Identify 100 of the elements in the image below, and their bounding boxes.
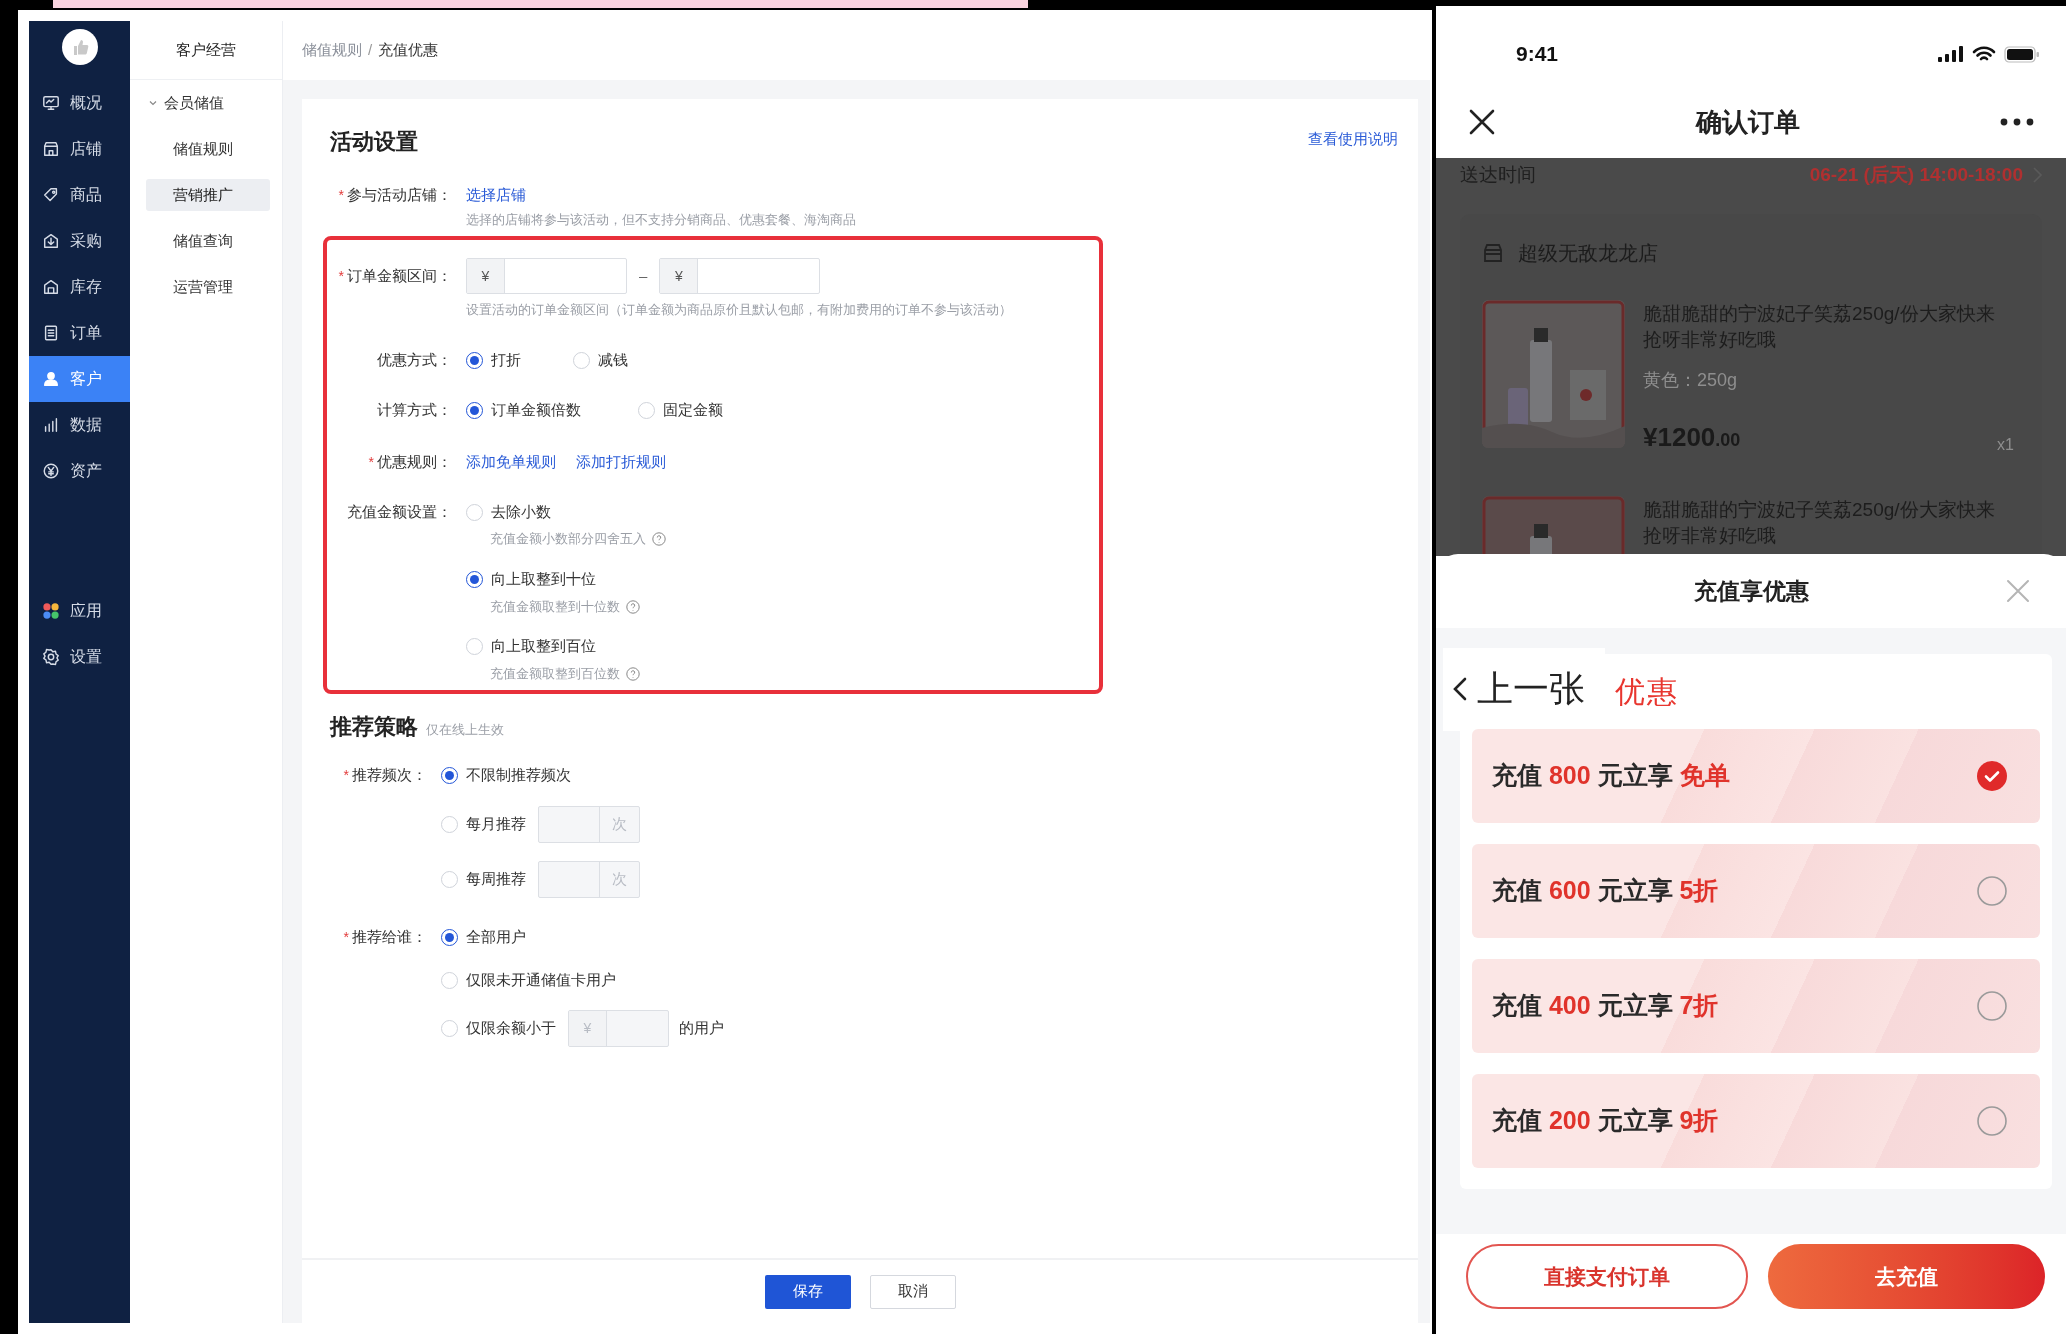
currency-prefix: ¥ [660,259,699,293]
section-note: 仅在线上生效 [426,720,504,739]
battery-icon [2004,45,2040,63]
thumbs-up-logo-icon [61,29,98,65]
action-link[interactable]: 添加免单规则 [466,450,556,474]
menu-item[interactable]: 储值查询 [146,225,270,257]
offer-text: 充值 800 元立享 免单 [1492,760,1730,792]
menu-item[interactable]: 营销推广 [146,179,270,211]
option-label: 不限制推荐频次 [466,764,571,785]
monitor-icon [42,94,60,112]
nav-item[interactable]: 库存 [29,264,130,310]
option-label: 向上取整到百位 [491,635,596,656]
wifi-icon [1972,45,1996,63]
radio-button[interactable] [441,928,458,946]
field-label: 推荐给谁： [352,926,427,947]
help-icon [652,532,666,546]
option-label: 每周推荐 [466,869,526,890]
offer-option[interactable]: 充值 800 元立享 免单 [1472,729,2040,823]
nav-item[interactable]: 订单 [29,310,130,356]
option-label: 订单金额倍数 [491,399,581,420]
option-label: 减钱 [598,349,628,370]
field-label: 推荐频次： [352,764,427,785]
amount-input[interactable]: ¥ [466,258,627,294]
range-dash: – [639,265,648,286]
action-link[interactable]: 添加打折规则 [576,450,666,474]
subnav-title: 客户经营 [176,39,236,60]
product-spec: 黄色：250g [1643,369,1739,392]
action-link[interactable]: 选择店铺 [466,183,526,207]
more-button[interactable] [2000,118,2034,126]
signal-icon [1938,46,1964,62]
option-label: 全部用户 [466,926,526,947]
close-icon [1468,108,1496,136]
nav-item[interactable]: 资产 [29,448,130,494]
help-icon [626,600,640,614]
option-label: 向上取整到十位 [491,568,596,589]
required-mark: * [338,266,344,286]
chevron-left-icon [1453,677,1467,701]
nav-item[interactable]: 数据 [29,402,130,448]
unit-suffix: 次 [599,862,639,897]
option-label: 固定金额 [663,399,723,420]
offer-text: 充值 400 元立享 7折 [1492,990,1719,1022]
tag-icon [42,186,60,204]
nav-item[interactable]: 设置 [29,634,130,680]
radio-button[interactable] [466,401,483,419]
currency-prefix: ¥ [467,259,505,293]
offer-option[interactable]: 充值 400 元立享 7折 [1472,959,2040,1053]
unit-suffix: 次 [599,807,639,842]
required-mark: * [343,927,349,947]
menu-item[interactable]: 运营管理 [146,271,270,303]
delivery-time: 06-21 (后天) 14:00-18:00 [1809,162,2023,187]
product-quantity: x1 [1997,435,2015,455]
amount-input[interactable]: ¥ [659,258,821,294]
previous-button[interactable]: 上一张 [1443,647,1605,731]
section-title: 活动设置 [330,127,418,156]
nav-item[interactable]: 店铺 [29,126,130,172]
cancel-button[interactable]: 取消 [869,1274,956,1309]
field-label: 参与活动店铺： [347,184,452,205]
radio-button[interactable] [466,351,483,369]
yen-coin-icon [42,462,60,480]
offer-option[interactable]: 充值 200 元立享 9折 [1472,1074,2040,1168]
apps-icon [42,602,60,620]
field-label: 优惠规则： [377,451,452,472]
page-title: 确认订单 [1696,105,1800,139]
radio-button[interactable] [466,570,483,588]
option-suffix-text: 的用户 [679,1018,724,1039]
offer-option[interactable]: 充值 600 元立享 5折 [1472,844,2040,938]
save-button[interactable]: 保存 [764,1274,851,1309]
option-label: 仅限未开通储值卡用户 [466,969,616,990]
nav-item[interactable]: 应用 [29,588,130,634]
recharge-button[interactable]: 去充值 [1767,1244,2045,1309]
hint-text: 充值金额取整到百位数 [490,665,620,684]
hint-text: 设置活动的订单金额区间（订单金额为商品原价且默认包邮，有附加费用的订单不参与该活动） [466,301,1012,320]
help-icon [626,667,640,681]
section-title: 推荐策略 [330,713,418,741]
option-label: 打折 [491,349,521,370]
document-icon [42,324,60,342]
more-icon [2000,118,2034,126]
help-link[interactable]: 查看使用说明 [1308,127,1398,151]
person-icon [42,370,60,388]
store-icon [1482,242,1504,264]
field-label: 订单金额区间： [347,265,452,286]
required-mark: * [338,185,344,205]
pay-order-button[interactable]: 直接支付订单 [1466,1244,1748,1309]
nav-item[interactable]: 客户 [29,356,130,402]
radio-button[interactable] [441,766,458,784]
menu-group[interactable]: 会员储值 [130,80,282,126]
store-icon [42,140,60,158]
offer-text: 充值 200 元立享 9折 [1492,1105,1719,1137]
field-label: 充值金额设置： [347,501,452,522]
hint-text: 选择的店铺将参与该活动，但不支持分销商品、优惠套餐、海淘商品 [466,211,856,230]
nav-item[interactable]: 采购 [29,218,130,264]
nav-item[interactable]: 商品 [29,172,130,218]
close-button[interactable] [1468,108,1496,136]
currency-prefix: ¥ [569,1011,607,1046]
hint-text: 充值金额取整到十位数 [490,598,620,617]
menu-item[interactable]: 储值规则 [146,133,270,165]
breadcrumb-separator: / [368,40,373,61]
option-label: 每月推荐 [466,814,526,835]
option-label: 去除小数 [491,501,551,522]
nav-item[interactable]: 概况 [29,80,130,126]
